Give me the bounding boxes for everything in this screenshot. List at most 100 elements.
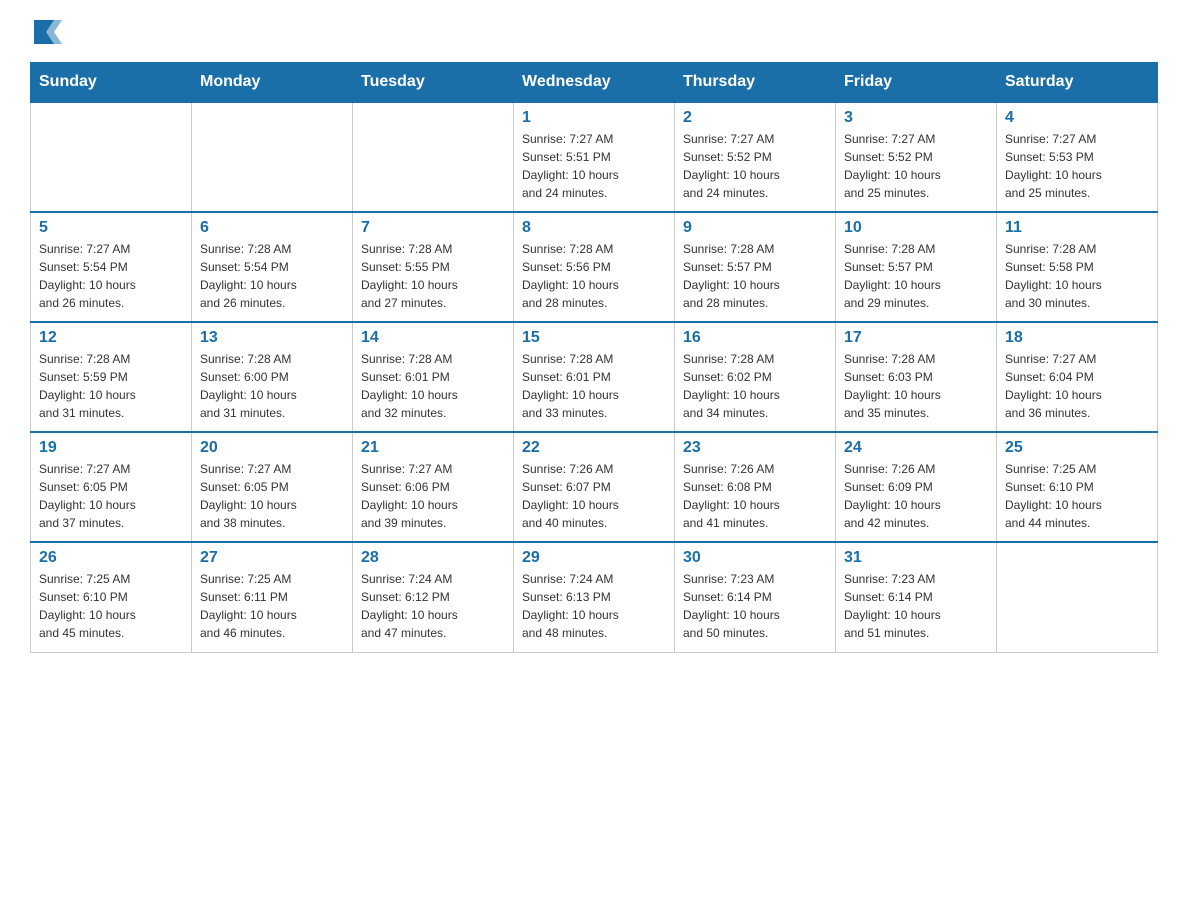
day-number: 27 — [200, 549, 344, 567]
day-info: Sunrise: 7:28 AM Sunset: 6:03 PM Dayligh… — [844, 350, 988, 422]
day-number: 17 — [844, 329, 988, 347]
day-number: 8 — [522, 219, 666, 237]
day-info: Sunrise: 7:25 AM Sunset: 6:10 PM Dayligh… — [39, 570, 183, 642]
day-number: 25 — [1005, 439, 1149, 457]
day-info: Sunrise: 7:27 AM Sunset: 5:52 PM Dayligh… — [683, 130, 827, 202]
day-number: 15 — [522, 329, 666, 347]
calendar-cell: 9 Sunrise: 7:28 AM Sunset: 5:57 PM Daylig… — [675, 212, 836, 322]
calendar-header-row: SundayMondayTuesdayWednesdayThursdayFrid… — [31, 63, 1158, 103]
page-header — [30, 20, 1158, 42]
day-number: 6 — [200, 219, 344, 237]
calendar-week-row: 5Sunrise: 7:27 AM Sunset: 5:54 PM Daylig… — [31, 212, 1158, 322]
day-number: 1 — [522, 109, 666, 127]
day-number: 20 — [200, 439, 344, 457]
calendar-week-row: 26 Sunrise: 7:25 AM Sunset: 6:10 PM Dayli… — [31, 542, 1158, 652]
day-number: 4 — [1005, 109, 1149, 127]
day-info: Sunrise: 7:28 AM Sunset: 5:59 PM Dayligh… — [39, 350, 183, 422]
calendar-header-wednesday: Wednesday — [514, 63, 675, 103]
calendar-cell: 28 Sunrise: 7:24 AM Sunset: 6:12 PM Dayli… — [353, 542, 514, 652]
calendar-cell: 11Sunrise: 7:28 AM Sunset: 5:58 PM Dayli… — [997, 212, 1158, 322]
calendar-cell: 31 Sunrise: 7:23 AM Sunset: 6:14 PM Dayli… — [836, 542, 997, 652]
day-number: 28 — [361, 549, 505, 567]
calendar-cell: 12 Sunrise: 7:28 AM Sunset: 5:59 PM Dayli… — [31, 322, 192, 432]
day-number: 7 — [361, 219, 505, 237]
calendar-cell: 27 Sunrise: 7:25 AM Sunset: 6:11 PM Dayli… — [192, 542, 353, 652]
day-number: 23 — [683, 439, 827, 457]
day-number: 18 — [1005, 329, 1149, 347]
day-info: Sunrise: 7:27 AM Sunset: 6:06 PM Dayligh… — [361, 460, 505, 532]
calendar-header-sunday: Sunday — [31, 63, 192, 103]
day-info: Sunrise: 7:28 AM Sunset: 6:00 PM Dayligh… — [200, 350, 344, 422]
day-info: Sunrise: 7:27 AM Sunset: 6:04 PM Dayligh… — [1005, 350, 1149, 422]
day-info: Sunrise: 7:23 AM Sunset: 6:14 PM Dayligh… — [844, 570, 988, 642]
calendar-cell — [31, 102, 192, 212]
day-info: Sunrise: 7:28 AM Sunset: 6:02 PM Dayligh… — [683, 350, 827, 422]
day-info: Sunrise: 7:27 AM Sunset: 5:53 PM Dayligh… — [1005, 130, 1149, 202]
day-number: 29 — [522, 549, 666, 567]
day-info: Sunrise: 7:28 AM Sunset: 6:01 PM Dayligh… — [522, 350, 666, 422]
day-number: 12 — [39, 329, 183, 347]
day-number: 11 — [1005, 219, 1149, 237]
day-info: Sunrise: 7:24 AM Sunset: 6:12 PM Dayligh… — [361, 570, 505, 642]
calendar-cell: 1 Sunrise: 7:27 AM Sunset: 5:51 PM Daylig… — [514, 102, 675, 212]
calendar-cell: 7 Sunrise: 7:28 AM Sunset: 5:55 PM Daylig… — [353, 212, 514, 322]
day-info: Sunrise: 7:26 AM Sunset: 6:09 PM Dayligh… — [844, 460, 988, 532]
day-number: 26 — [39, 549, 183, 567]
logo — [30, 20, 62, 42]
calendar-cell: 20 Sunrise: 7:27 AM Sunset: 6:05 PM Dayli… — [192, 432, 353, 542]
calendar-cell: 19Sunrise: 7:27 AM Sunset: 6:05 PM Dayli… — [31, 432, 192, 542]
day-info: Sunrise: 7:23 AM Sunset: 6:14 PM Dayligh… — [683, 570, 827, 642]
day-number: 24 — [844, 439, 988, 457]
calendar-week-row: 12 Sunrise: 7:28 AM Sunset: 5:59 PM Dayli… — [31, 322, 1158, 432]
day-number: 9 — [683, 219, 827, 237]
day-number: 13 — [200, 329, 344, 347]
calendar-cell: 2 Sunrise: 7:27 AM Sunset: 5:52 PM Daylig… — [675, 102, 836, 212]
day-number: 21 — [361, 439, 505, 457]
calendar-cell — [192, 102, 353, 212]
calendar-week-row: 19Sunrise: 7:27 AM Sunset: 6:05 PM Dayli… — [31, 432, 1158, 542]
calendar-cell: 16 Sunrise: 7:28 AM Sunset: 6:02 PM Dayli… — [675, 322, 836, 432]
day-number: 2 — [683, 109, 827, 127]
day-info: Sunrise: 7:27 AM Sunset: 6:05 PM Dayligh… — [200, 460, 344, 532]
calendar-cell: 8Sunrise: 7:28 AM Sunset: 5:56 PM Daylig… — [514, 212, 675, 322]
calendar-cell: 6 Sunrise: 7:28 AM Sunset: 5:54 PM Daylig… — [192, 212, 353, 322]
day-info: Sunrise: 7:28 AM Sunset: 5:57 PM Dayligh… — [683, 240, 827, 312]
calendar-cell: 25 Sunrise: 7:25 AM Sunset: 6:10 PM Dayli… — [997, 432, 1158, 542]
day-info: Sunrise: 7:27 AM Sunset: 5:54 PM Dayligh… — [39, 240, 183, 312]
calendar-table: SundayMondayTuesdayWednesdayThursdayFrid… — [30, 62, 1158, 653]
calendar-cell: 5Sunrise: 7:27 AM Sunset: 5:54 PM Daylig… — [31, 212, 192, 322]
day-info: Sunrise: 7:27 AM Sunset: 6:05 PM Dayligh… — [39, 460, 183, 532]
calendar-cell: 14Sunrise: 7:28 AM Sunset: 6:01 PM Dayli… — [353, 322, 514, 432]
calendar-header-monday: Monday — [192, 63, 353, 103]
day-number: 16 — [683, 329, 827, 347]
calendar-cell: 21 Sunrise: 7:27 AM Sunset: 6:06 PM Dayli… — [353, 432, 514, 542]
logo-flag-icon — [32, 16, 62, 46]
calendar-cell: 3 Sunrise: 7:27 AM Sunset: 5:52 PM Daylig… — [836, 102, 997, 212]
day-info: Sunrise: 7:28 AM Sunset: 5:55 PM Dayligh… — [361, 240, 505, 312]
day-number: 10 — [844, 219, 988, 237]
day-info: Sunrise: 7:28 AM Sunset: 5:57 PM Dayligh… — [844, 240, 988, 312]
calendar-cell — [997, 542, 1158, 652]
day-info: Sunrise: 7:26 AM Sunset: 6:08 PM Dayligh… — [683, 460, 827, 532]
day-number: 31 — [844, 549, 988, 567]
calendar-cell: 24 Sunrise: 7:26 AM Sunset: 6:09 PM Dayli… — [836, 432, 997, 542]
calendar-cell: 15 Sunrise: 7:28 AM Sunset: 6:01 PM Dayli… — [514, 322, 675, 432]
calendar-cell: 23 Sunrise: 7:26 AM Sunset: 6:08 PM Dayli… — [675, 432, 836, 542]
calendar-cell: 10 Sunrise: 7:28 AM Sunset: 5:57 PM Dayli… — [836, 212, 997, 322]
day-info: Sunrise: 7:25 AM Sunset: 6:10 PM Dayligh… — [1005, 460, 1149, 532]
day-info: Sunrise: 7:25 AM Sunset: 6:11 PM Dayligh… — [200, 570, 344, 642]
calendar-cell — [353, 102, 514, 212]
calendar-cell: 22 Sunrise: 7:26 AM Sunset: 6:07 PM Dayli… — [514, 432, 675, 542]
calendar-header-thursday: Thursday — [675, 63, 836, 103]
calendar-cell: 4 Sunrise: 7:27 AM Sunset: 5:53 PM Daylig… — [997, 102, 1158, 212]
day-info: Sunrise: 7:28 AM Sunset: 5:54 PM Dayligh… — [200, 240, 344, 312]
day-info: Sunrise: 7:24 AM Sunset: 6:13 PM Dayligh… — [522, 570, 666, 642]
day-info: Sunrise: 7:26 AM Sunset: 6:07 PM Dayligh… — [522, 460, 666, 532]
day-number: 22 — [522, 439, 666, 457]
day-number: 14 — [361, 329, 505, 347]
day-number: 3 — [844, 109, 988, 127]
calendar-cell: 13 Sunrise: 7:28 AM Sunset: 6:00 PM Dayli… — [192, 322, 353, 432]
calendar-cell: 30Sunrise: 7:23 AM Sunset: 6:14 PM Dayli… — [675, 542, 836, 652]
day-info: Sunrise: 7:27 AM Sunset: 5:51 PM Dayligh… — [522, 130, 666, 202]
day-info: Sunrise: 7:27 AM Sunset: 5:52 PM Dayligh… — [844, 130, 988, 202]
